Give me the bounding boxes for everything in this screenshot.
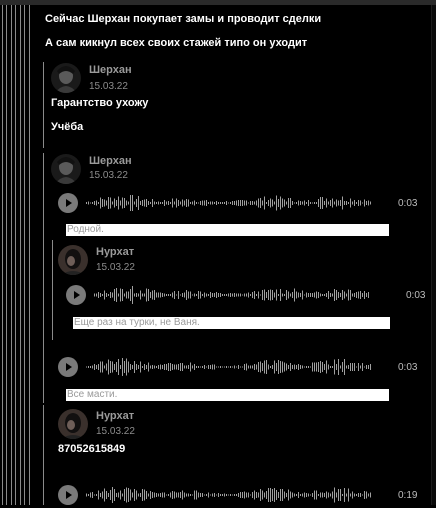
voice-message: 0:03 [58, 192, 428, 216]
window-top-bar [0, 0, 436, 5]
forward-author[interactable]: Шерхан [89, 155, 132, 167]
voice-duration: 0:03 [398, 362, 418, 373]
forward-quote-line-3 [43, 405, 44, 505]
quote-line-outer-1 [2, 5, 3, 505]
nested-quote-line [52, 240, 53, 340]
forward-quote-line-2 [43, 153, 44, 403]
voice-message: 0:03 [58, 356, 428, 380]
forward-author[interactable]: Шерхан [89, 64, 132, 76]
forward-text-2: Учёба [51, 121, 84, 133]
voice-duration: 0:03 [398, 198, 418, 209]
voice-transcription: Родной. [66, 224, 389, 236]
waveform-icon[interactable] [86, 357, 372, 377]
avatar-nurkhat-icon [58, 245, 88, 275]
quote-line-outer-7 [29, 5, 30, 505]
quote-line-outer-2 [6, 5, 7, 505]
avatar-sherkhan-icon [51, 154, 81, 184]
voice-duration: 0:03 [406, 290, 426, 301]
quote-line-outer-6 [24, 5, 25, 505]
voice-duration: 0:19 [398, 490, 418, 501]
message-line-1: Сейчас Шерхан покупает замы и проводит с… [45, 13, 322, 25]
forward-text-1: Гарантство ухожу [51, 97, 149, 109]
quote-line-outer-5 [20, 5, 21, 505]
voice-message: 0:03 [66, 284, 428, 308]
waveform-icon[interactable] [86, 485, 372, 505]
quote-line-outer-4 [15, 5, 16, 505]
avatar-sherkhan[interactable] [51, 63, 81, 93]
voice-transcription: Еще раз на турки, не Ваня. [73, 317, 390, 329]
play-icon[interactable] [66, 285, 86, 305]
forward-text: 87052615849 [58, 443, 126, 455]
voice-message: 0:19 [58, 484, 428, 508]
avatar-nurkhat-icon [58, 409, 88, 439]
play-icon[interactable] [58, 193, 78, 213]
waveform-icon[interactable] [94, 285, 370, 305]
avatar-sherkhan[interactable] [51, 154, 81, 184]
message-line-2: А сам кикнул всех своих стажей типо он у… [45, 37, 308, 49]
forward-quote-line-1 [43, 62, 44, 148]
nested-author[interactable]: Нурхат [96, 246, 134, 258]
forward-date: 15.03.22 [96, 426, 135, 437]
avatar-sherkhan-icon [51, 63, 81, 93]
waveform-icon[interactable] [86, 193, 372, 213]
nested-date: 15.03.22 [96, 262, 135, 273]
forward-author[interactable]: Нурхат [96, 410, 134, 422]
scrollbar[interactable] [431, 5, 436, 505]
play-icon[interactable] [58, 357, 78, 377]
quote-line-outer-3 [11, 5, 12, 505]
avatar-nurkhat[interactable] [58, 245, 88, 275]
voice-transcription: Все масти. [66, 389, 389, 401]
forward-date: 15.03.22 [89, 170, 128, 181]
avatar-nurkhat[interactable] [58, 409, 88, 439]
play-icon[interactable] [58, 485, 78, 505]
forward-date: 15.03.22 [89, 81, 128, 92]
